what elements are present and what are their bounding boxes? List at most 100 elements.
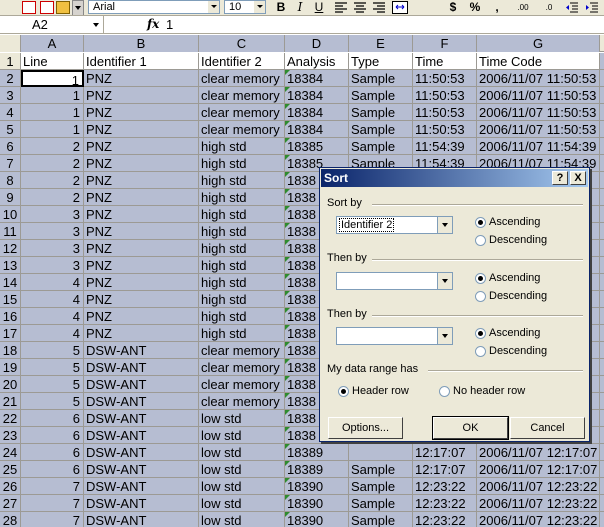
cell-d[interactable]: 18389 [285,461,349,478]
cell-b[interactable]: PNZ [84,274,199,291]
row-header[interactable]: 23 [0,427,21,444]
cell-c[interactable]: clear memory [199,104,285,121]
column-header-c[interactable]: C [199,35,285,52]
cell-b[interactable]: DSW-ANT [84,342,199,359]
cell-a[interactable]: 1 [21,87,84,104]
select-all-corner[interactable] [0,35,21,52]
cell-b[interactable]: DSW-ANT [84,461,199,478]
merge-center-icon[interactable] [392,1,408,14]
align-right-icon[interactable] [373,2,385,13]
cell-c[interactable]: low std [199,410,285,427]
cell-f[interactable]: 12:17:07 [413,461,477,478]
cell-a[interactable]: 4 [21,325,84,342]
cell-b[interactable]: PNZ [84,325,199,342]
cell-h[interactable] [600,206,604,223]
sort-by-ascending-radio[interactable]: Ascending [475,216,540,229]
row-header[interactable]: 2 [0,70,21,87]
row-header[interactable]: 21 [0,393,21,410]
cell-a[interactable]: 5 [21,359,84,376]
cell-e[interactable]: Sample [349,495,413,512]
options-button[interactable]: Options... [328,417,403,439]
cell-d[interactable]: 18389 [285,444,349,461]
pdf-mail-icon[interactable] [40,1,54,14]
formula-input[interactable]: 1 [166,16,173,33]
cell-c[interactable]: high std [199,155,285,172]
row-header[interactable]: 15 [0,291,21,308]
row-header[interactable]: 20 [0,376,21,393]
cell-h[interactable] [600,138,604,155]
cell-f[interactable]: 12:23:22 [413,478,477,495]
cell-a[interactable]: 3 [21,240,84,257]
row-header[interactable]: 27 [0,495,21,512]
cell-a[interactable]: 4 [21,291,84,308]
dialog-titlebar[interactable]: Sort ? X [321,169,588,187]
help-button[interactable]: ? [552,171,568,185]
cell-c[interactable]: low std [199,461,285,478]
cell-b[interactable]: PNZ [84,138,199,155]
cell-h[interactable] [600,427,604,444]
chevron-down-icon[interactable] [437,273,452,289]
cell-f[interactable]: 11:50:53 [413,70,477,87]
cell-b[interactable]: Identifier 1 [84,53,199,70]
pdf-icon[interactable] [22,1,36,14]
row-header[interactable]: 16 [0,308,21,325]
cell-a[interactable]: 1 [21,121,84,138]
cell-h[interactable] [600,393,604,410]
cell-h[interactable] [600,189,604,206]
cell-f[interactable]: 11:50:53 [413,104,477,121]
cell-d[interactable]: 18390 [285,495,349,512]
cell-b[interactable]: PNZ [84,189,199,206]
row-header[interactable]: 25 [0,461,21,478]
cell-d[interactable]: 18384 [285,121,349,138]
row-header[interactable]: 28 [0,512,21,527]
cell-h[interactable] [600,53,604,70]
cell-h[interactable] [600,291,604,308]
cell-b[interactable]: PNZ [84,240,199,257]
cell-h[interactable] [600,410,604,427]
cell-b[interactable]: DSW-ANT [84,393,199,410]
row-header[interactable]: 1 [0,53,21,70]
underline-button[interactable]: U [310,0,328,15]
font-size-box[interactable]: 10 [224,0,266,14]
cell-h[interactable] [600,376,604,393]
cell-c[interactable]: high std [199,223,285,240]
cell-a[interactable]: 3 [21,223,84,240]
cell-h[interactable] [600,172,604,189]
cell-g[interactable]: 2006/11/07 12:23:22 [477,495,600,512]
row-header[interactable]: 4 [0,104,21,121]
cell-e[interactable]: Type [349,53,413,70]
cell-b[interactable]: PNZ [84,223,199,240]
cell-g[interactable]: 2006/11/07 12:23:22 [477,478,600,495]
comma-button[interactable]: , [488,0,506,15]
decrease-indent-icon[interactable] [566,2,578,13]
cell-h[interactable] [600,512,604,527]
cell-a[interactable]: 7 [21,495,84,512]
header-row-radio[interactable]: Header row [338,385,409,398]
cell-b[interactable]: PNZ [84,121,199,138]
cell-e[interactable]: Sample [349,70,413,87]
cell-b[interactable]: PNZ [84,291,199,308]
row-header[interactable]: 3 [0,87,21,104]
insert-function-icon[interactable]: fx [147,17,159,31]
cell-c[interactable]: high std [199,274,285,291]
row-header[interactable]: 10 [0,206,21,223]
cell-g[interactable]: 2006/11/07 11:50:53 [477,104,600,121]
cell-e[interactable]: Sample [349,461,413,478]
cell-b[interactable]: PNZ [84,155,199,172]
cell-h[interactable] [600,257,604,274]
row-header[interactable]: 22 [0,410,21,427]
cell-g[interactable]: 2006/11/07 12:23:22 [477,512,600,527]
cell-e[interactable]: Sample [349,87,413,104]
cell-a[interactable]: 7 [21,478,84,495]
cell-h[interactable] [600,461,604,478]
bold-button[interactable]: B [272,0,290,15]
cell-h[interactable] [600,223,604,240]
cell-a[interactable]: 6 [21,444,84,461]
cell-c[interactable]: low std [199,427,285,444]
cell-f[interactable]: Time [413,53,477,70]
italic-button[interactable]: I [291,0,309,15]
cell-g[interactable]: 2006/11/07 12:17:07 [477,461,600,478]
row-header[interactable]: 6 [0,138,21,155]
cell-c[interactable]: high std [199,308,285,325]
cell-a[interactable]: 2 [21,189,84,206]
